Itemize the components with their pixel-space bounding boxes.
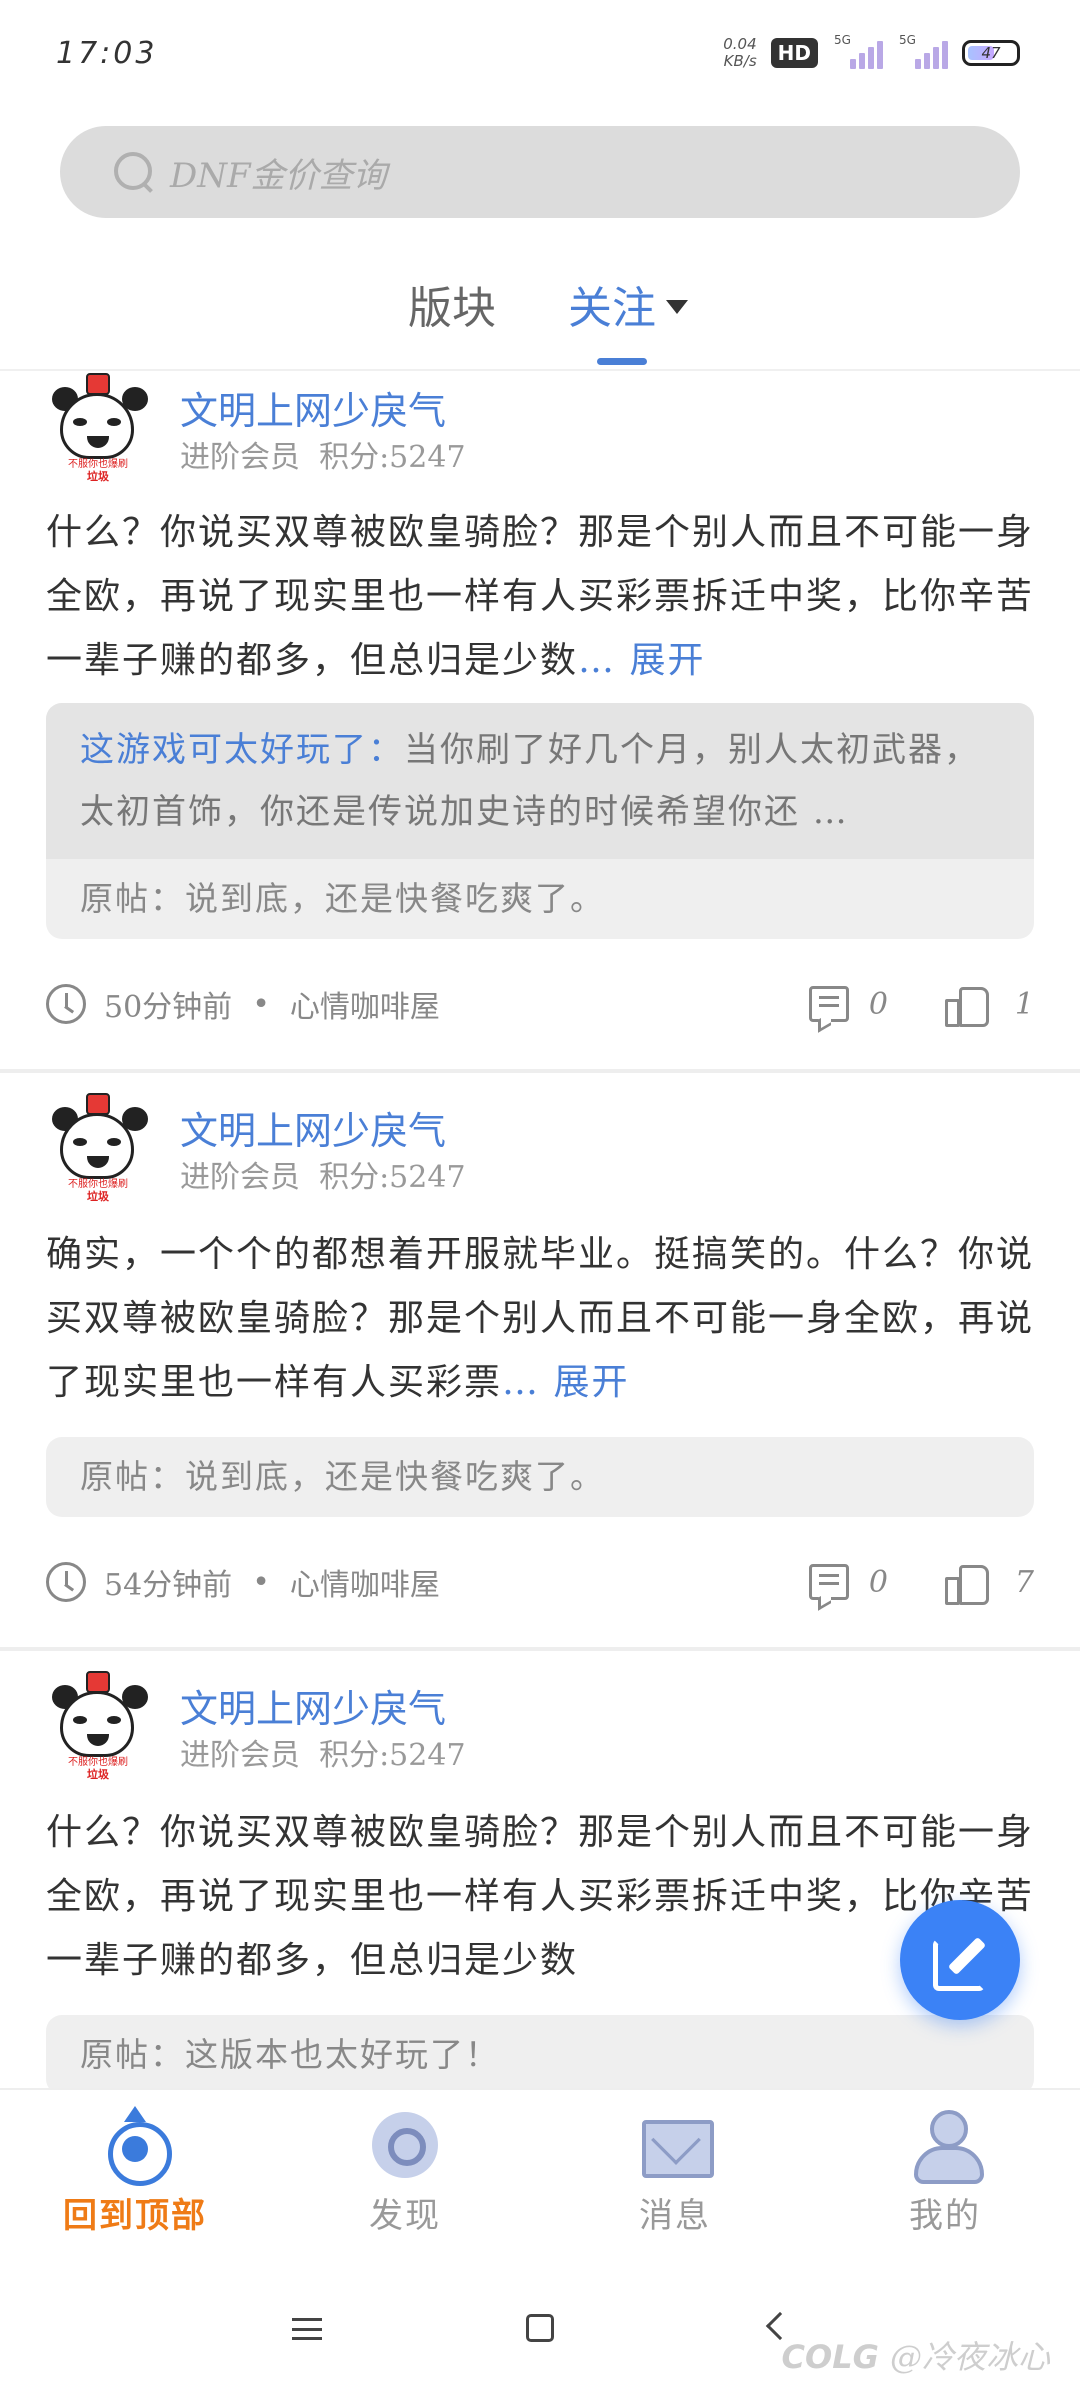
post-header: 不服你也爆刷 垃圾 文明上网少戾气 进阶会员 积分:5247 bbox=[46, 371, 1034, 491]
hd-icon: HD bbox=[770, 38, 818, 68]
board-name[interactable]: 心情咖啡屋 bbox=[290, 1560, 440, 1604]
avatar[interactable]: 不服你也爆刷 垃圾 bbox=[46, 373, 150, 485]
status-icons: 0.04 KB/s HD 5G 5G 47 bbox=[723, 33, 1020, 70]
post-time: 54分钟前 bbox=[104, 1568, 233, 1603]
bottom-nav: 回到顶部 发现 消息 我的 bbox=[0, 2088, 1080, 2268]
post-footer: 54分钟前 • 心情咖啡屋 0 7 bbox=[46, 1517, 1034, 1647]
edit-icon bbox=[933, 1933, 987, 1991]
tab-following[interactable]: 关注 bbox=[568, 272, 688, 336]
post-time: 50分钟前 bbox=[104, 990, 233, 1025]
clock-icon bbox=[46, 984, 86, 1024]
original-post: 原帖：说到底，还是快餐吃爽了。 bbox=[46, 1437, 1034, 1517]
post-content: 什么？你说买双尊被欧皇骑脸？那是个别人而且不可能一身全欧，再说了现实里也一样有人… bbox=[46, 1812, 1035, 1981]
top-tabs: 版块 关注 bbox=[0, 262, 1080, 372]
avatar[interactable]: 不服你也爆刷 垃圾 bbox=[46, 1671, 150, 1783]
active-tab-indicator bbox=[597, 358, 647, 365]
avatar-caption: 不服你也爆刷 垃圾 bbox=[50, 1757, 146, 1781]
original-post: 原帖：这版本也太好玩了！ bbox=[46, 2015, 1034, 2091]
quote-box[interactable]: 原帖：这版本也太好玩了！ bbox=[46, 2015, 1034, 2091]
post-content: 什么？你说买双尊被欧皇骑脸？那是个别人而且不可能一身全欧，再说了现实里也一样有人… bbox=[46, 512, 1035, 681]
expand-link[interactable]: … 展开 bbox=[502, 1362, 629, 1403]
author-name[interactable]: 文明上网少戾气 bbox=[180, 386, 466, 436]
nav-profile[interactable]: 我的 bbox=[810, 2090, 1080, 2268]
like-count: 7 bbox=[1014, 1564, 1034, 1600]
quote-box[interactable]: 原帖：说到底，还是快餐吃爽了。 bbox=[46, 1437, 1034, 1517]
author-meta: 进阶会员 积分:5247 bbox=[180, 440, 466, 475]
post-content: 确实，一个个的都想着开服就毕业。挺搞笑的。什么？你说买双尊被欧皇骑脸？那是个别人… bbox=[46, 1234, 1035, 1403]
author-name[interactable]: 文明上网少戾气 bbox=[180, 1106, 466, 1156]
avatar-caption: 不服你也爆刷 垃圾 bbox=[50, 459, 146, 483]
feed-post[interactable]: 不服你也爆刷 垃圾 文明上网少戾气 进阶会员 积分:5247 什么？你说买双尊被… bbox=[0, 1647, 1080, 2091]
search-bar[interactable]: DNF金价查询 bbox=[60, 126, 1020, 218]
author-name[interactable]: 文明上网少戾气 bbox=[180, 1684, 466, 1734]
signal-icon: 5G bbox=[832, 33, 883, 69]
board-name[interactable]: 心情咖啡屋 bbox=[290, 982, 440, 1026]
post-header: 不服你也爆刷 垃圾 文明上网少戾气 进阶会员 积分:5247 bbox=[46, 1651, 1034, 1791]
battery-icon: 47 bbox=[962, 40, 1020, 66]
system-nav-bar: COLG @冷夜冰心 bbox=[0, 2268, 1080, 2400]
quoted-reply: 这游戏可太好玩了：当你刷了好几个月，别人太初武器，太初首饰，你还是传说加史诗的时… bbox=[46, 703, 1034, 859]
like-count: 1 bbox=[1014, 986, 1034, 1022]
tab-following-label: 关注 bbox=[568, 283, 656, 334]
search-icon bbox=[112, 150, 156, 194]
feed-list: 不服你也爆刷 垃圾 文明上网少戾气 进阶会员 积分:5247 什么？你说买双尊被… bbox=[0, 371, 1080, 2091]
dropdown-triangle-icon bbox=[666, 300, 688, 314]
nav-messages[interactable]: 消息 bbox=[540, 2090, 810, 2268]
network-speed: 0.04 KB/s bbox=[723, 35, 757, 70]
message-icon bbox=[640, 2110, 714, 2180]
thumbs-up-icon[interactable] bbox=[944, 985, 989, 1027]
expand-link[interactable]: … 展开 bbox=[578, 640, 705, 681]
home-icon[interactable] bbox=[526, 2314, 554, 2342]
profile-icon bbox=[910, 2110, 984, 2184]
post-footer: 50分钟前 • 心情咖啡屋 0 1 bbox=[46, 939, 1034, 1069]
compose-button[interactable] bbox=[900, 1900, 1020, 2020]
quote-box[interactable]: 这游戏可太好玩了：当你刷了好几个月，别人太初武器，太初首饰，你还是传说加史诗的时… bbox=[46, 703, 1034, 939]
comment-count: 0 bbox=[868, 1564, 888, 1600]
nav-back-to-top[interactable]: 回到顶部 bbox=[0, 2090, 270, 2268]
tab-forums[interactable]: 版块 bbox=[408, 272, 496, 336]
status-time: 17:03 bbox=[56, 36, 158, 71]
status-bar: 17:03 0.04 KB/s HD 5G 5G 47 bbox=[0, 0, 1080, 110]
feed-post[interactable]: 不服你也爆刷 垃圾 文明上网少戾气 进阶会员 积分:5247 确实，一个个的都想… bbox=[0, 1069, 1080, 1647]
avatar-caption: 不服你也爆刷 垃圾 bbox=[50, 1179, 146, 1203]
thumbs-up-icon[interactable] bbox=[944, 1563, 989, 1605]
comment-icon[interactable] bbox=[808, 986, 849, 1022]
signal-icon: 5G bbox=[897, 33, 948, 69]
search-placeholder: DNF金价查询 bbox=[170, 155, 387, 196]
feed-post[interactable]: 不服你也爆刷 垃圾 文明上网少戾气 进阶会员 积分:5247 什么？你说买双尊被… bbox=[0, 371, 1080, 1069]
original-post: 原帖：说到底，还是快餐吃爽了。 bbox=[80, 879, 605, 918]
back-to-top-icon bbox=[100, 2106, 172, 2186]
discover-icon bbox=[370, 2110, 440, 2180]
comment-icon[interactable] bbox=[808, 1564, 849, 1600]
avatar[interactable]: 不服你也爆刷 垃圾 bbox=[46, 1093, 150, 1205]
nav-discover[interactable]: 发现 bbox=[270, 2090, 540, 2268]
watermark: COLG @冷夜冰心 bbox=[781, 2338, 1051, 2376]
menu-icon[interactable] bbox=[292, 2318, 322, 2340]
clock-icon bbox=[46, 1562, 86, 1602]
post-header: 不服你也爆刷 垃圾 文明上网少戾气 进阶会员 积分:5247 bbox=[46, 1073, 1034, 1213]
comment-count: 0 bbox=[868, 986, 888, 1022]
author-meta: 进阶会员 积分:5247 bbox=[180, 1738, 466, 1773]
author-meta: 进阶会员 积分:5247 bbox=[180, 1160, 466, 1195]
